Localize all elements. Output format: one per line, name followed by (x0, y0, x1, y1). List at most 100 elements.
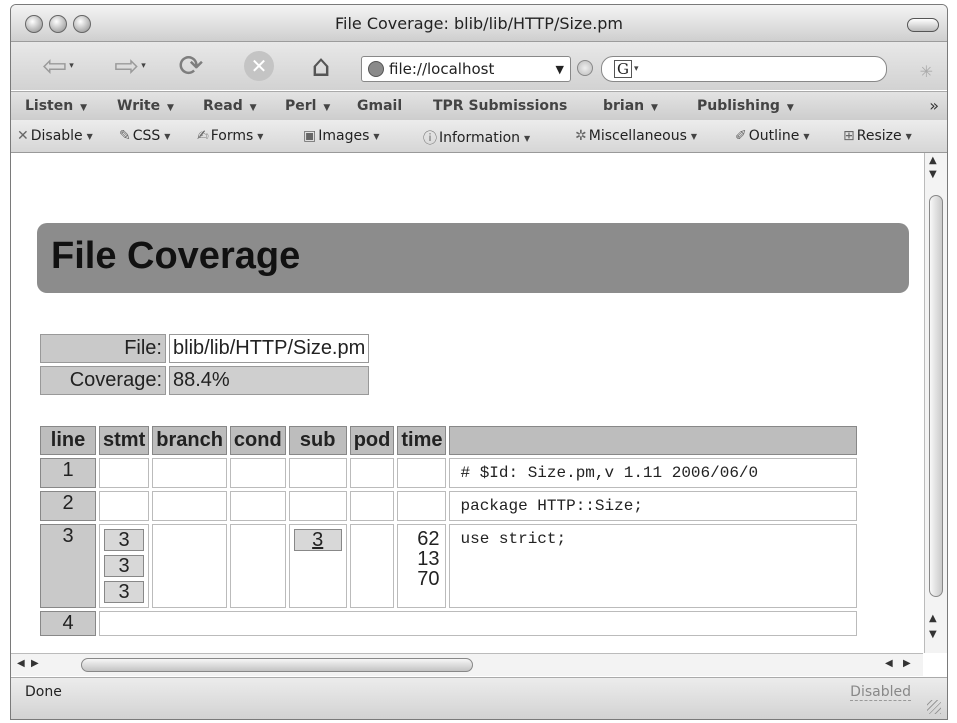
back-arrow-icon: ⇦ (42, 48, 68, 84)
page-banner: File Coverage (37, 223, 909, 293)
stop-button[interactable]: ✕ (239, 48, 279, 84)
search-engine-icon[interactable]: G (614, 60, 632, 78)
bookmark-perl[interactable]: Perl ▼ (285, 98, 330, 114)
status-disabled[interactable]: Disabled (850, 684, 911, 701)
cond-cell (229, 458, 286, 488)
forward-button[interactable]: ⇨ ▾ (99, 48, 161, 84)
time-value: 13 (417, 548, 440, 570)
coverage-value: 88.4% (169, 366, 370, 395)
dev-css-menu[interactable]: ✎ CSS ▼ (119, 128, 170, 144)
search-input[interactable]: G ▾ (601, 56, 887, 82)
forms-icon: ✍ (197, 128, 209, 144)
bookmark-brian[interactable]: brian ▼ (603, 98, 658, 114)
stmt-cell (99, 458, 150, 488)
line-number: 2 (40, 491, 96, 521)
page-content: File Coverage File: blib/lib/HTTP/Size.p… (11, 153, 923, 653)
pod-cell (349, 458, 395, 488)
empty-cell (99, 611, 858, 636)
cond-cell (229, 491, 286, 521)
go-button[interactable] (577, 60, 593, 76)
home-button[interactable]: ⌂ (299, 48, 343, 84)
line-number: 1 (40, 458, 96, 488)
information-icon: ⓘ (423, 131, 437, 147)
branch-cell (152, 524, 227, 608)
outline-icon: ✐ (735, 128, 747, 144)
stmt-cell (99, 491, 150, 521)
stmt-cell: 3 3 3 (99, 524, 150, 608)
reload-icon: ⟳ (178, 48, 204, 84)
scroll-down-icon[interactable]: ▼ (929, 169, 937, 180)
css-icon: ✎ (119, 128, 131, 144)
url-text: file://localhost (389, 60, 495, 78)
status-text: Done (25, 684, 62, 700)
more-bookmarks-icon[interactable]: » (929, 96, 939, 115)
stmt-count: 3 (104, 581, 145, 603)
images-icon: ▣ (303, 128, 317, 144)
column-header-branch: branch (152, 426, 227, 455)
dev-forms-menu[interactable]: ✍ Forms ▼ (197, 128, 263, 144)
bookmark-write[interactable]: Write ▼ (117, 98, 174, 114)
status-bar: Done Disabled (11, 677, 947, 719)
bookmark-listen[interactable]: Listen ▼ (25, 98, 87, 114)
line-number: 3 (40, 524, 96, 608)
bookmark-gmail[interactable]: Gmail (357, 98, 402, 114)
file-value: blib/lib/HTTP/Size.pm (169, 334, 370, 363)
toolbar-toggle-button[interactable] (907, 18, 939, 32)
dev-disable-menu[interactable]: ✕ Disable ▼ (17, 128, 93, 144)
bookmark-publishing[interactable]: Publishing ▼ (697, 98, 794, 114)
file-info-table: File: blib/lib/HTTP/Size.pm Coverage: 88… (37, 331, 372, 398)
chevron-down-icon: ▾ (69, 61, 74, 71)
resize-grip-icon[interactable] (927, 700, 941, 714)
home-icon: ⌂ (311, 48, 331, 84)
table-header-row: line stmt branch cond sub pod time (40, 426, 858, 455)
file-label: File: (40, 334, 166, 363)
scroll-down-icon[interactable]: ▼ (929, 629, 937, 640)
dev-information-menu[interactable]: ⓘ Information ▼ (423, 128, 530, 148)
sub-count-link[interactable]: 3 (293, 529, 342, 551)
cond-cell (229, 524, 286, 608)
branch-cell (152, 458, 227, 488)
source-code: package HTTP::Size; (449, 491, 858, 521)
web-developer-toolbar: ✕ Disable ▼ ✎ CSS ▼ ✍ Forms ▼ ▣ Images ▼ ⓘ Inform… (11, 120, 947, 153)
miscellaneous-icon: ✲ (575, 128, 587, 144)
stmt-count: 3 (104, 555, 145, 577)
chevron-down-icon: ▾ (141, 61, 146, 71)
scroll-left-icon[interactable]: ◀ (885, 658, 893, 669)
time-value: 70 (417, 568, 440, 590)
bookmark-read[interactable]: Read ▼ (203, 98, 257, 114)
scroll-left-icon[interactable]: ◀ (17, 658, 25, 669)
pod-cell (349, 524, 395, 608)
column-header-line: line (40, 426, 96, 455)
vertical-scrollbar[interactable]: ▲ ▼ ▲ ▼ (924, 153, 947, 653)
resize-icon: ⊞ (843, 128, 855, 144)
horizontal-scroll-thumb[interactable] (81, 658, 473, 672)
table-row: 1 # $Id: Size.pm,v 1.11 2006/06/0 (40, 458, 858, 488)
dev-outline-menu[interactable]: ✐ Outline ▼ (735, 128, 810, 144)
line-number: 4 (40, 611, 96, 636)
scroll-right-icon[interactable]: ▶ (903, 658, 911, 669)
time-value: 62 (417, 528, 440, 550)
bookmark-tpr-submissions[interactable]: TPR Submissions (433, 98, 567, 114)
dev-images-menu[interactable]: ▣ Images ▼ (303, 128, 380, 144)
dev-resize-menu[interactable]: ⊞ Resize ▼ (843, 128, 912, 144)
scroll-up-icon[interactable]: ▲ (929, 613, 937, 624)
bookmarks-bar: Listen ▼ Write ▼ Read ▼ Perl ▼ Gmail TPR… (11, 91, 947, 121)
coverage-label: Coverage: (40, 366, 166, 395)
vertical-scroll-thumb[interactable] (929, 195, 943, 597)
window-title: File Coverage: blib/lib/HTTP/Size.pm (334, 14, 624, 33)
url-bar[interactable]: file://localhost ▼ (361, 56, 571, 82)
column-header-stmt: stmt (99, 426, 150, 455)
x-icon: ✕ (17, 128, 29, 144)
back-button[interactable]: ⇦ ▾ (27, 48, 89, 84)
url-history-dropdown[interactable]: ▼ (550, 63, 570, 76)
sub-cell (288, 491, 347, 521)
chevron-down-icon: ▾ (634, 64, 639, 74)
horizontal-scrollbar[interactable]: ◀ ▶ ◀ ▶ (11, 653, 923, 676)
scroll-up-icon[interactable]: ▲ (929, 155, 937, 166)
column-header-cond: cond (229, 426, 286, 455)
time-cell: 62 13 70 (397, 524, 447, 608)
dev-miscellaneous-menu[interactable]: ✲ Miscellaneous ▼ (575, 128, 697, 144)
reload-button[interactable]: ⟳ (171, 48, 211, 84)
navigation-toolbar: ⇦ ▾ ⇨ ▾ ⟳ ✕ ⌂ file://localhost ▼ G ▾ ✳ (11, 42, 947, 90)
scroll-right-icon[interactable]: ▶ (31, 658, 39, 669)
